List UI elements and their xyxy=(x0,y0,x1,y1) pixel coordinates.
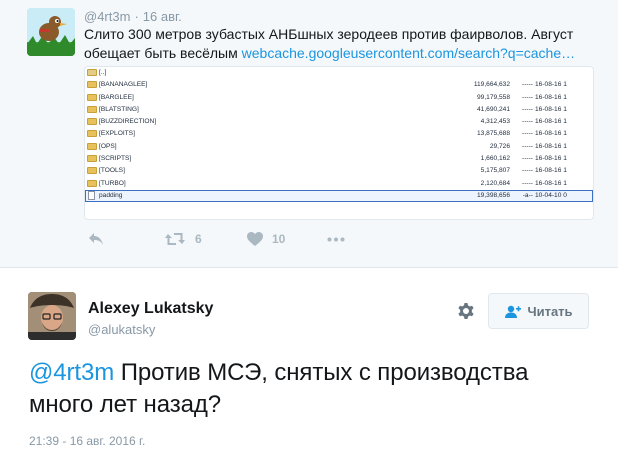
file-attributes: ----- xyxy=(522,155,533,163)
file-attributes: ----- xyxy=(522,105,533,113)
file-size: 41,690,241 xyxy=(476,105,510,113)
retweet-icon xyxy=(165,233,185,245)
mention-link[interactable]: @4rt3m xyxy=(29,359,114,386)
file-row[interactable]: padding 19,398,656 -a-- 10-04-10 0 xyxy=(85,189,593,203)
file-attributes: ----- xyxy=(522,167,533,175)
file-row[interactable]: [EXPLOITS] 13,875,688 ----- 16-08-16 1 xyxy=(85,128,593,140)
folder-icon xyxy=(87,81,97,89)
file-name: padding xyxy=(99,191,123,199)
file-attributes: -a-- xyxy=(522,191,533,199)
like-button[interactable]: 10 xyxy=(247,232,285,246)
file-date: 16-08-16 1 xyxy=(535,179,567,187)
header-separator: · xyxy=(134,9,139,24)
folder-icon xyxy=(87,155,97,163)
author-handle[interactable]: @alukatsky xyxy=(88,322,155,337)
file-date: 16-08-16 1 xyxy=(535,105,567,113)
file-attributes: ----- xyxy=(522,118,533,126)
file-size: 4,312,453 xyxy=(480,118,510,126)
folder-icon xyxy=(87,130,97,138)
file-name: [..] xyxy=(99,69,107,76)
retweet-count: 6 xyxy=(195,232,202,246)
settings-gear-button[interactable] xyxy=(456,301,476,321)
file-date: 16-08-16 1 xyxy=(535,130,567,138)
file-listing: [..] [BANANAGLEE] 119,664,632 ----- 16-08-16… xyxy=(85,67,593,203)
file-size: 13,875,688 xyxy=(476,130,510,138)
parent-avatar[interactable] xyxy=(27,8,75,56)
file-date: 10-04-10 0 xyxy=(535,191,567,199)
parent-tweet-actions: 6 10 xyxy=(84,232,384,252)
file-row[interactable]: [SCRIPTS] 1,660,162 ----- 16-08-16 1 xyxy=(85,153,593,165)
file-attributes: ----- xyxy=(522,179,533,187)
file-row[interactable]: [BLATSTING] 41,690,241 ----- 16-08-16 1 xyxy=(85,104,593,116)
file-attributes: ----- xyxy=(522,130,533,138)
file-row[interactable]: [BANANAGLEE] 119,664,632 ----- 16-08-16 1 xyxy=(85,79,593,91)
file-row[interactable]: [TOOLS] 5,175,807 ----- 16-08-16 1 xyxy=(85,165,593,177)
parent-link[interactable]: webcache.googleusercontent.com/search?q=… xyxy=(242,45,575,61)
file-row[interactable]: [BUZZDIRECTION] 4,312,453 ----- 16-08-16 1 xyxy=(85,116,593,128)
file-name: [BLATSTING] xyxy=(99,105,139,113)
folder-icon xyxy=(87,93,97,101)
file-attributes: ----- xyxy=(522,93,533,101)
file-name: [TOOLS] xyxy=(99,167,125,175)
parent-handle[interactable]: @4rt3m xyxy=(84,9,130,24)
file-name: [EXPLOITS] xyxy=(99,130,135,138)
folder-icon xyxy=(87,179,97,187)
file-date: 16-08-16 1 xyxy=(535,81,567,89)
file-name: [BANANAGLEE] xyxy=(99,81,148,89)
file-attributes: ----- xyxy=(522,81,533,89)
file-date: 16-08-16 1 xyxy=(535,167,567,175)
file-attributes: ----- xyxy=(522,142,533,150)
heart-icon xyxy=(247,232,263,246)
parent-tweet[interactable]: @4rt3m · 16 авг. Слито 300 метров зубастых… xyxy=(0,0,618,268)
file-size: 99,179,558 xyxy=(476,93,510,101)
file-date: 16-08-16 1 xyxy=(535,142,567,150)
reply-button[interactable] xyxy=(88,232,104,246)
file-size: 119,664,632 xyxy=(473,81,510,89)
more-dots-icon xyxy=(327,237,345,242)
folder-icon xyxy=(87,118,97,126)
file-size: 2,120,684 xyxy=(480,179,510,187)
file-size: 29,726 xyxy=(489,142,510,150)
file-date: 16-08-16 1 xyxy=(535,155,567,163)
file-name: [BUZZDIRECTION] xyxy=(99,118,157,126)
file-size: 5,175,807 xyxy=(480,167,510,175)
parent-date[interactable]: 16 авг. xyxy=(143,9,182,24)
parent-tweet-text: Слито 300 метров зубастых АНБшных зероде… xyxy=(84,25,609,63)
file-name: [BARGLEE] xyxy=(99,93,134,101)
file-row[interactable]: [TURBO] 2,120,684 ----- 16-08-16 1 xyxy=(85,178,593,190)
file-icon xyxy=(88,190,95,200)
file-row[interactable]: [..] xyxy=(85,67,593,79)
follow-button-label: Читать xyxy=(527,303,573,319)
tweet-media-image[interactable]: [..] [BANANAGLEE] 119,664,632 ----- 16-08-16… xyxy=(84,66,594,220)
gear-icon xyxy=(458,303,474,319)
parent-tweet-header: @4rt3m · 16 авг. xyxy=(84,9,182,24)
folder-icon xyxy=(87,105,97,113)
file-size: 1,660,162 xyxy=(480,155,510,163)
retweet-button[interactable]: 6 xyxy=(164,232,202,246)
like-count: 10 xyxy=(272,232,286,246)
file-name: [TURBO] xyxy=(99,179,126,187)
follow-button[interactable]: Читать xyxy=(488,293,589,329)
folder-icon xyxy=(87,142,97,150)
folder-icon xyxy=(87,69,97,76)
file-date: 16-08-16 1 xyxy=(535,118,567,126)
add-user-icon xyxy=(505,305,522,318)
file-name: [OPS] xyxy=(99,142,117,150)
tweet-timestamp[interactable]: 21:39 - 16 авг. 2016 г. xyxy=(29,434,145,448)
file-row[interactable]: [OPS] 29,726 ----- 16-08-16 1 xyxy=(85,141,593,153)
more-button[interactable] xyxy=(327,237,345,242)
file-row[interactable]: [BARGLEE] 99,179,558 ----- 16-08-16 1 xyxy=(85,92,593,104)
author-name[interactable]: Alexey Lukatsky xyxy=(88,300,213,318)
file-name: [SCRIPTS] xyxy=(99,155,132,163)
main-tweet-text: @4rt3m Против МСЭ, снятых с производства… xyxy=(29,357,589,421)
author-avatar[interactable] xyxy=(28,292,76,340)
folder-icon xyxy=(87,167,97,175)
file-size: 19,398,656 xyxy=(476,191,510,199)
file-date: 16-08-16 1 xyxy=(535,93,567,101)
reply-icon xyxy=(89,233,103,245)
